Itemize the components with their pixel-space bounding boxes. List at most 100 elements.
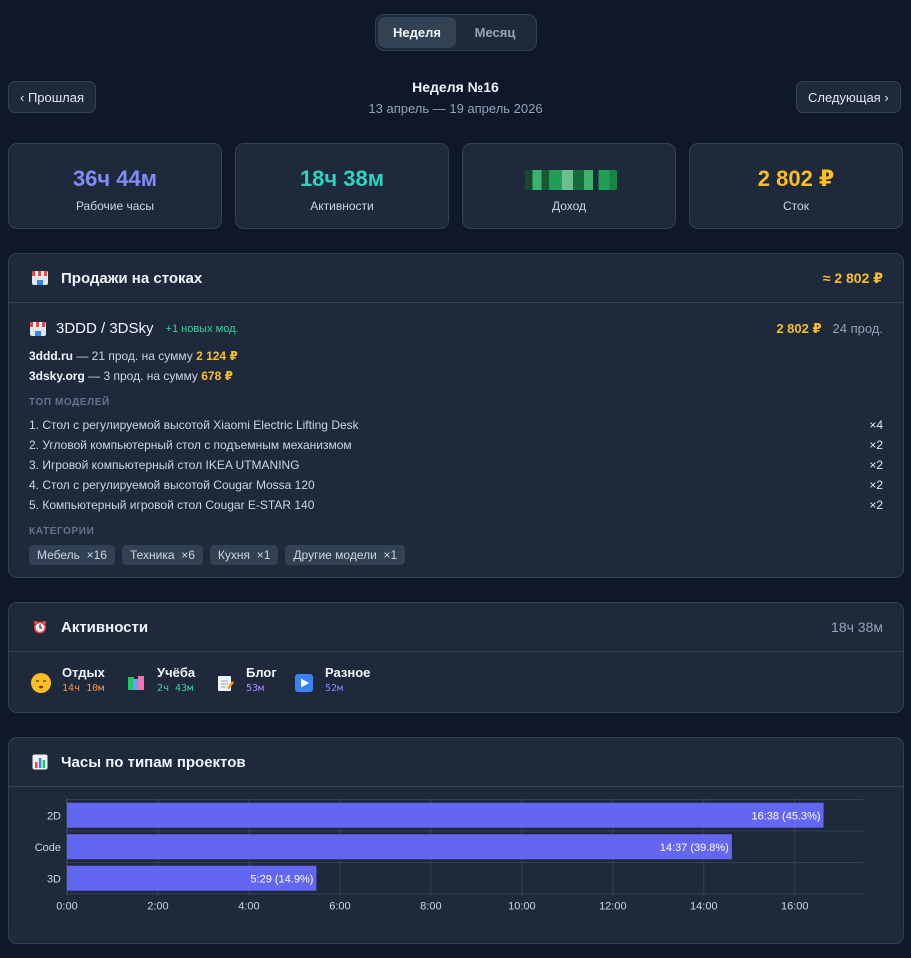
bar-data-label: 16:38 (45.3%) xyxy=(751,810,820,822)
new-models-badge: +1 новых мод. xyxy=(165,322,239,335)
y-tick-label: Code xyxy=(35,842,61,854)
activity-time: 2ч 43м xyxy=(157,683,194,694)
x-tick-label: 12:00 xyxy=(599,901,627,913)
activity-item: Разное 52м xyxy=(294,665,370,694)
alarm-clock-icon xyxy=(31,619,49,635)
activity-name: Отдых xyxy=(62,665,105,680)
activity-item: Блог 53м xyxy=(215,665,277,694)
next-week-button[interactable]: Следующая › xyxy=(796,81,901,113)
platform-count: 24 прод. xyxy=(832,321,883,336)
stat-income: Доход xyxy=(462,143,676,229)
bar-chart-icon xyxy=(31,754,49,770)
x-tick-label: 4:00 xyxy=(238,901,259,913)
memo-icon xyxy=(215,673,235,693)
model-count: ×2 xyxy=(869,478,883,492)
x-tick-label: 0:00 xyxy=(56,901,77,913)
month-tab[interactable]: Месяц xyxy=(456,17,534,48)
stat-stock: 2 802 ₽ Сток xyxy=(689,143,903,229)
stock-sales-card: Продажи на стоках ≈ 2 802 ₽ 3DDD / 3DSky… xyxy=(8,253,904,578)
activity-name: Разное xyxy=(325,665,371,680)
source-sum: 2 124 ₽ xyxy=(196,349,238,363)
source-sum: 678 ₽ xyxy=(201,369,233,383)
source-row: 3dsky.org — 3 прод. на сумму 678 ₽ xyxy=(29,369,883,383)
model-count: ×2 xyxy=(869,438,883,452)
stat-work-hours: 36ч 44м Рабочие часы xyxy=(8,143,222,229)
platform-row: 3DDD / 3DSky +1 новых мод. 2 802 ₽ 24 пр… xyxy=(29,320,883,337)
stat-value: 36ч 44м xyxy=(72,166,158,191)
model-count: ×2 xyxy=(869,498,883,512)
week-title: Неделя №16 xyxy=(412,79,499,95)
activity-time: 53м xyxy=(246,683,265,694)
sleepy-face-icon xyxy=(31,673,51,693)
hours-bar-chart: 0:00 2:00 4:00 6:00 8:00 10:00 12:00 14:00 16:00… xyxy=(35,798,863,913)
model-name: 1. Стол с регулируемой высотой Xiaomi El… xyxy=(29,418,359,432)
bar-data-label: 14:37 (39.8%) xyxy=(660,842,729,854)
list-item: 5. Компьютерный игровой стол Cougar E-ST… xyxy=(29,498,883,512)
sales-total: ≈ 2 802 ₽ xyxy=(822,269,883,286)
activity-item: Учёба 2ч 43м xyxy=(126,665,195,694)
model-name: 4. Стол с регулируемой высотой Cougar Mo… xyxy=(29,478,315,492)
bar xyxy=(67,834,732,860)
model-name: 5. Компьютерный игровой стол Cougar E-ST… xyxy=(29,498,315,512)
play-button-icon xyxy=(294,673,314,693)
card-title: Часы по типам проектов xyxy=(61,753,246,771)
stat-label: Доход xyxy=(551,199,587,213)
card-header: Продажи на стоках ≈ 2 802 ₽ xyxy=(9,254,903,303)
activities-total: 18ч 38м xyxy=(831,619,883,635)
source-site: 3ddd.ru xyxy=(29,349,73,363)
x-tick-label: 16:00 xyxy=(781,901,809,913)
bar xyxy=(67,802,824,828)
top-models-label: ТОП МОДЕЛЕЙ xyxy=(29,397,110,408)
categories-label: КАТЕГОРИИ xyxy=(29,526,95,537)
category-chip: Мебель ×16 xyxy=(29,545,115,565)
hours-chart-card: Часы по типам проектов 0:00 2:00 4:00 6:00 8… xyxy=(8,737,904,944)
card-title: Продажи на стоках xyxy=(61,269,203,287)
activities-card: Активности 18ч 38м Отдых 14ч 10м Учёба 2… xyxy=(8,602,904,713)
bar-data-label: 5:29 (14.9%) xyxy=(250,873,313,885)
source-site: 3dsky.org xyxy=(29,369,85,383)
category-chips: Мебель ×16 Техника ×6 Кухня ×1 Другие мо… xyxy=(29,545,406,565)
model-count: ×2 xyxy=(869,458,883,472)
x-tick-label: 2:00 xyxy=(147,901,168,913)
activity-name: Учёба xyxy=(157,665,196,680)
stat-label: Активности xyxy=(310,199,374,213)
stat-activities: 18ч 38м Активности xyxy=(235,143,449,229)
activity-item: Отдых 14ч 10м xyxy=(31,665,105,694)
stat-label: Рабочие часы xyxy=(75,199,155,213)
stat-label: Сток xyxy=(783,199,809,213)
card-header: Часы по типам проектов xyxy=(9,738,903,787)
week-range: 13 апрель — 19 апрель 2026 xyxy=(368,101,543,116)
platform-name: 3DDD / 3DSky xyxy=(56,320,154,337)
x-tick-label: 8:00 xyxy=(420,901,441,913)
x-tick-label: 14:00 xyxy=(690,901,718,913)
y-tick-label: 3D xyxy=(47,873,61,885)
activity-time: 52м xyxy=(325,683,344,694)
shop-icon xyxy=(31,270,49,286)
list-item: 3. Игровой компьютерный стол IKEA UTMANI… xyxy=(29,458,883,472)
books-icon xyxy=(126,673,146,693)
x-tick-label: 6:00 xyxy=(329,901,350,913)
week-tab[interactable]: Неделя xyxy=(378,17,456,48)
category-chip: Кухня ×1 xyxy=(209,545,279,565)
x-tick-label: 10:00 xyxy=(508,901,536,913)
model-count: ×4 xyxy=(869,418,883,432)
source-text: — 3 прод. на сумму xyxy=(84,369,202,383)
activity-name: Блог xyxy=(246,665,277,680)
card-title: Активности xyxy=(61,618,149,636)
stat-value: 2 802 ₽ xyxy=(757,166,835,191)
shop-icon xyxy=(29,321,47,337)
view-toggle: Неделя Месяц xyxy=(375,14,537,51)
list-item: 2. Угловой компьютерный стол с подъемным… xyxy=(29,438,883,452)
source-row: 3ddd.ru — 21 прод. на сумму 2 124 ₽ xyxy=(29,349,883,363)
card-header: Активности 18ч 38м xyxy=(9,603,903,652)
platform-sum: 2 802 ₽ xyxy=(776,320,822,336)
model-name: 3. Игровой компьютерный стол IKEA UTMANI… xyxy=(29,458,300,472)
list-item: 1. Стол с регулируемой высотой Xiaomi El… xyxy=(29,418,883,432)
source-text: — 21 прод. на сумму xyxy=(73,349,197,363)
list-item: 4. Стол с регулируемой высотой Cougar Mo… xyxy=(29,478,883,492)
y-tick-label: 2D xyxy=(47,810,61,822)
activity-time: 14ч 10м xyxy=(62,683,105,694)
stat-value: 18ч 38м xyxy=(299,166,385,191)
model-name: 2. Угловой компьютерный стол с подъемным… xyxy=(29,438,352,452)
category-chip: Другие модели ×1 xyxy=(285,545,406,565)
